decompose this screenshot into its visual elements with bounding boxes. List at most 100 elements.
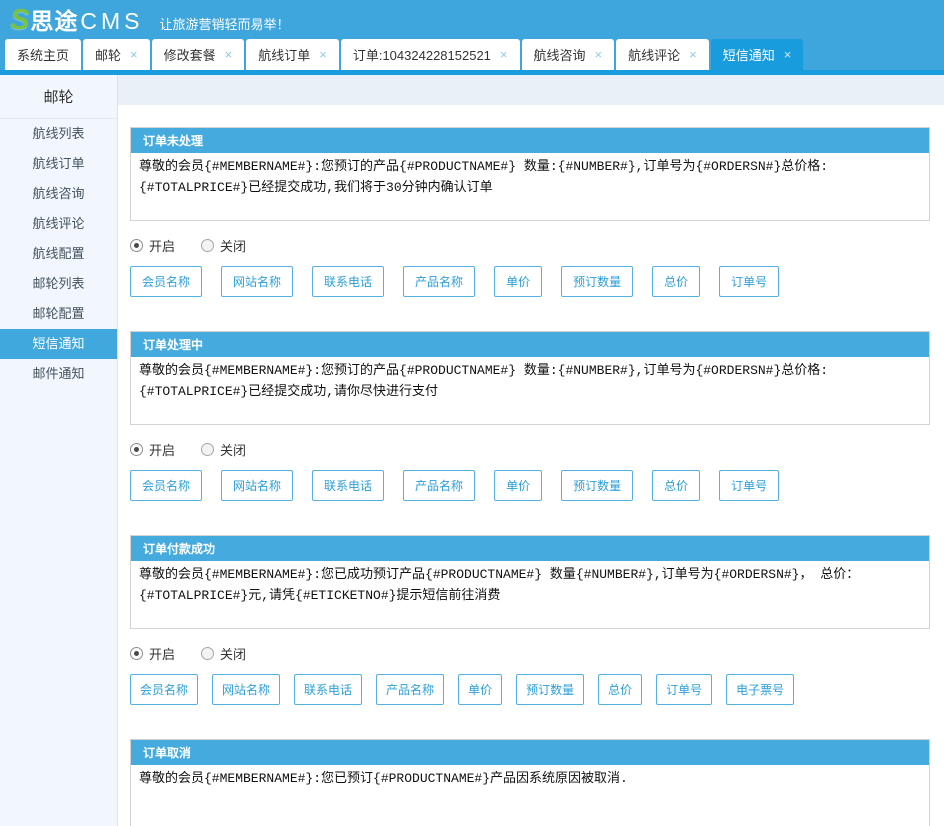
- tab-bar: 系统主页 邮轮 × 修改套餐 × 航线订单 × 订单:1043242281525…: [0, 38, 944, 70]
- insert-variable-button-会员名称[interactable]: 会员名称: [130, 266, 202, 297]
- insert-variable-button-预订数量[interactable]: 预订数量: [561, 266, 633, 297]
- insert-variable-button-预订数量[interactable]: 预订数量: [561, 470, 633, 501]
- tab-短信通知[interactable]: 短信通知 ×: [711, 39, 804, 70]
- insert-variable-button-单价[interactable]: 单价: [494, 266, 542, 297]
- insert-variable-button-网站名称[interactable]: 网站名称: [221, 470, 293, 501]
- sidebar-item-邮轮列表[interactable]: 邮轮列表: [0, 269, 117, 299]
- insert-variable-button-电子票号[interactable]: 电子票号: [726, 674, 794, 705]
- radio-option-off[interactable]: 关闭: [201, 440, 246, 459]
- insert-variable-button-总价[interactable]: 总价: [652, 470, 700, 501]
- enable-radio-group: 开启 关闭: [130, 440, 930, 459]
- variable-button-row: 会员名称网站名称联系电话产品名称单价预订数量总价订单号: [130, 266, 930, 297]
- insert-variable-button-联系电话[interactable]: 联系电话: [294, 674, 362, 705]
- variable-button-row: 会员名称网站名称联系电话产品名称单价预订数量总价订单号: [130, 470, 930, 501]
- section-title: 订单未处理: [131, 128, 929, 153]
- tab-label: 订单:104324228152521: [353, 45, 491, 64]
- close-tab-icon[interactable]: ×: [130, 48, 138, 61]
- main-area: 订单未处理 尊敬的会员{#MEMBERNAME#}:您预订的产品{#PRODUC…: [118, 75, 944, 826]
- tab-邮轮[interactable]: 邮轮 ×: [83, 39, 150, 70]
- template-panel: 订单取消 尊敬的会员{#MEMBERNAME#}:您已预订{#PRODUCTNA…: [130, 739, 930, 826]
- sidebar-item-邮轮配置[interactable]: 邮轮配置: [0, 299, 117, 329]
- radio-option-on[interactable]: 开启: [130, 236, 175, 255]
- close-tab-icon[interactable]: ×: [689, 48, 697, 61]
- close-tab-icon[interactable]: ×: [319, 48, 327, 61]
- tab-系统主页[interactable]: 系统主页: [5, 39, 81, 70]
- insert-variable-button-订单号[interactable]: 订单号: [719, 266, 779, 297]
- insert-variable-button-会员名称[interactable]: 会员名称: [130, 674, 198, 705]
- template-panel: 订单付款成功 尊敬的会员{#MEMBERNAME#}:您已成功预订产品{#PRO…: [130, 535, 930, 629]
- radio-option-off[interactable]: 关闭: [201, 644, 246, 663]
- logo-brand-text: 思途: [30, 2, 78, 36]
- radio-off-icon[interactable]: [201, 239, 214, 252]
- logo-s-icon: S: [10, 6, 29, 35]
- section-title: 订单处理中: [131, 332, 929, 357]
- tab-航线订单[interactable]: 航线订单 ×: [246, 39, 339, 70]
- tab-订单:104324228152521[interactable]: 订单:104324228152521 ×: [341, 39, 520, 70]
- insert-variable-button-产品名称[interactable]: 产品名称: [403, 470, 475, 501]
- tab-label: 短信通知: [723, 45, 775, 64]
- logo-cms-text: CMS: [80, 8, 143, 35]
- sidebar-item-航线配置[interactable]: 航线配置: [0, 239, 117, 269]
- radio-on-label: 开启: [149, 440, 175, 459]
- section-title: 订单付款成功: [131, 536, 929, 561]
- radio-option-off[interactable]: 关闭: [201, 236, 246, 255]
- insert-variable-button-产品名称[interactable]: 产品名称: [403, 266, 475, 297]
- radio-off-icon[interactable]: [201, 443, 214, 456]
- radio-on-icon[interactable]: [130, 647, 143, 660]
- sidebar-item-航线订单[interactable]: 航线订单: [0, 149, 117, 179]
- close-tab-icon[interactable]: ×: [595, 48, 603, 61]
- radio-off-icon[interactable]: [201, 647, 214, 660]
- template-section: 订单处理中 尊敬的会员{#MEMBERNAME#}:您预订的产品{#PRODUC…: [130, 331, 930, 501]
- tab-label: 航线评论: [628, 45, 680, 64]
- template-panel: 订单处理中 尊敬的会员{#MEMBERNAME#}:您预订的产品{#PRODUC…: [130, 331, 930, 425]
- template-content-textarea[interactable]: 尊敬的会员{#MEMBERNAME#}:您预订的产品{#PRODUCTNAME#…: [131, 153, 929, 220]
- sidebar-item-航线咨询[interactable]: 航线咨询: [0, 179, 117, 209]
- tab-label: 系统主页: [17, 45, 69, 64]
- logo: S 思途 CMS: [10, 2, 143, 36]
- tab-航线咨询[interactable]: 航线咨询 ×: [522, 39, 615, 70]
- insert-variable-button-会员名称[interactable]: 会员名称: [130, 470, 202, 501]
- radio-option-on[interactable]: 开启: [130, 644, 175, 663]
- template-content-textarea[interactable]: 尊敬的会员{#MEMBERNAME#}:您预订的产品{#PRODUCTNAME#…: [131, 357, 929, 424]
- radio-off-label: 关闭: [220, 440, 246, 459]
- tab-label: 邮轮: [95, 45, 121, 64]
- radio-option-on[interactable]: 开启: [130, 440, 175, 459]
- sidebar-item-航线评论[interactable]: 航线评论: [0, 209, 117, 239]
- insert-variable-button-订单号[interactable]: 订单号: [656, 674, 712, 705]
- toolbar-band: [118, 75, 944, 105]
- radio-on-icon[interactable]: [130, 239, 143, 252]
- template-content-textarea[interactable]: 尊敬的会员{#MEMBERNAME#}:您已预订{#PRODUCTNAME#}产…: [131, 765, 929, 826]
- app-header: S 思途 CMS 让旅游营销轻而易举！: [0, 0, 944, 38]
- sidebar-item-航线列表[interactable]: 航线列表: [0, 119, 117, 149]
- radio-on-label: 开启: [149, 644, 175, 663]
- radio-on-label: 开启: [149, 236, 175, 255]
- tab-label: 航线订单: [258, 45, 310, 64]
- radio-off-label: 关闭: [220, 236, 246, 255]
- insert-variable-button-订单号[interactable]: 订单号: [719, 470, 779, 501]
- close-tab-icon[interactable]: ×: [225, 48, 233, 61]
- template-section: 订单取消 尊敬的会员{#MEMBERNAME#}:您已预订{#PRODUCTNA…: [130, 739, 930, 826]
- template-content-textarea[interactable]: 尊敬的会员{#MEMBERNAME#}:您已成功预订产品{#PRODUCTNAM…: [131, 561, 929, 628]
- tab-修改套餐[interactable]: 修改套餐 ×: [152, 39, 245, 70]
- insert-variable-button-联系电话[interactable]: 联系电话: [312, 266, 384, 297]
- template-panel: 订单未处理 尊敬的会员{#MEMBERNAME#}:您预订的产品{#PRODUC…: [130, 127, 930, 221]
- tab-label: 修改套餐: [164, 45, 216, 64]
- template-section: 订单未处理 尊敬的会员{#MEMBERNAME#}:您预订的产品{#PRODUC…: [130, 127, 930, 297]
- close-tab-icon[interactable]: ×: [784, 48, 792, 61]
- insert-variable-button-联系电话[interactable]: 联系电话: [312, 470, 384, 501]
- tab-航线评论[interactable]: 航线评论 ×: [616, 39, 709, 70]
- insert-variable-button-单价[interactable]: 单价: [494, 470, 542, 501]
- insert-variable-button-网站名称[interactable]: 网站名称: [221, 266, 293, 297]
- sidebar-item-邮件通知[interactable]: 邮件通知: [0, 359, 117, 389]
- close-tab-icon[interactable]: ×: [500, 48, 508, 61]
- insert-variable-button-总价[interactable]: 总价: [598, 674, 642, 705]
- sidebar: 邮轮 航线列表航线订单航线咨询航线评论航线配置邮轮列表邮轮配置短信通知邮件通知: [0, 75, 118, 826]
- insert-variable-button-单价[interactable]: 单价: [458, 674, 502, 705]
- radio-on-icon[interactable]: [130, 443, 143, 456]
- insert-variable-button-产品名称[interactable]: 产品名称: [376, 674, 444, 705]
- sidebar-item-短信通知[interactable]: 短信通知: [0, 329, 117, 359]
- insert-variable-button-预订数量[interactable]: 预订数量: [516, 674, 584, 705]
- app-window: S 思途 CMS 让旅游营销轻而易举！ 系统主页 邮轮 × 修改套餐 × 航线订…: [0, 0, 944, 826]
- insert-variable-button-网站名称[interactable]: 网站名称: [212, 674, 280, 705]
- insert-variable-button-总价[interactable]: 总价: [652, 266, 700, 297]
